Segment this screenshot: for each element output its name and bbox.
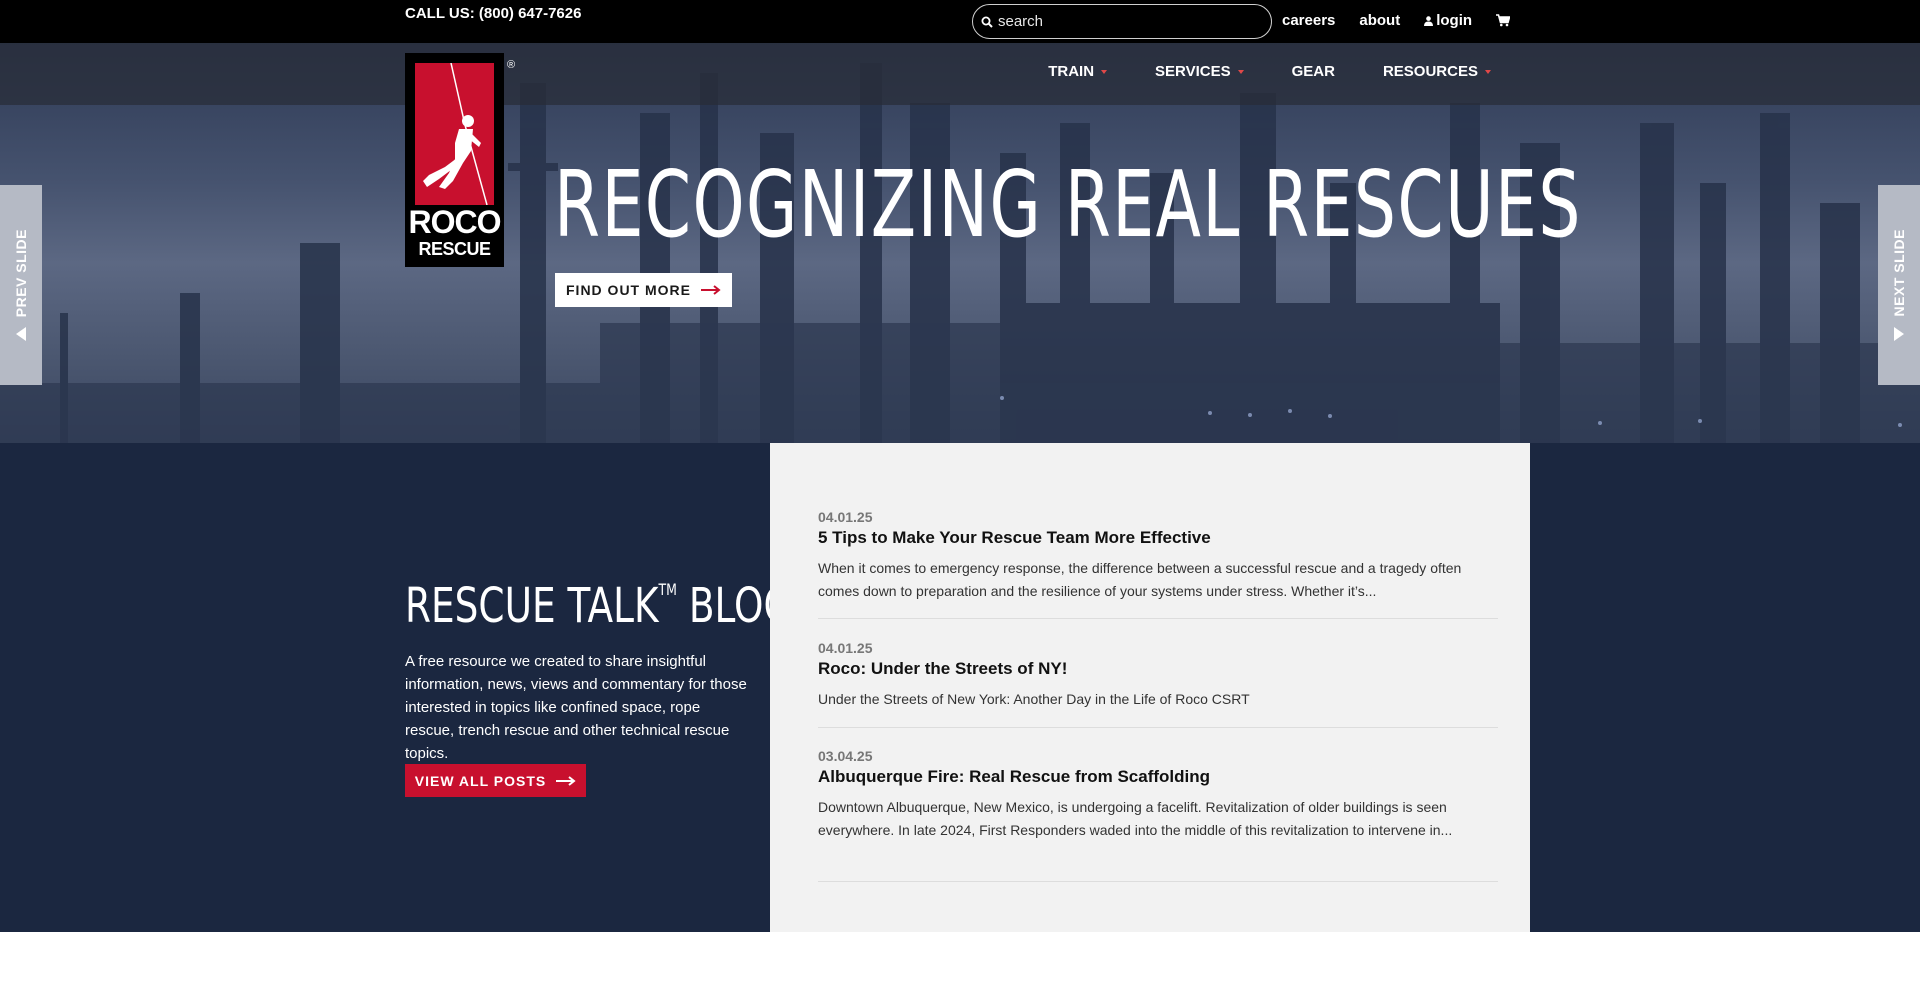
registered-mark: ®	[507, 59, 516, 71]
nav-item-resources[interactable]: RESOURCES	[1383, 63, 1491, 80]
post-date: 04.01.25	[818, 509, 873, 525]
prev-slide-button[interactable]: PREV SLIDE	[0, 185, 42, 385]
logo-text-roco: ROCO	[408, 204, 502, 240]
triangle-left-icon	[16, 327, 26, 342]
nav-item-train[interactable]: TRAIN	[1048, 63, 1108, 80]
main-nav: TRAIN SERVICES GEAR RESOURCES	[1048, 63, 1491, 80]
rappeller-icon	[423, 62, 488, 206]
arrow-right-icon	[701, 285, 721, 295]
post-excerpt: Under the Streets of New York: Another D…	[818, 691, 1250, 707]
blog-post[interactable]: 04.01.25 5 Tips to Make Your Rescue Team…	[818, 509, 1498, 619]
cart-icon[interactable]	[1496, 14, 1511, 27]
caret-down-icon	[1485, 69, 1491, 74]
post-excerpt: Downtown Albuquerque, New Mexico, is und…	[818, 799, 1453, 838]
call-us-text[interactable]: CALL US: (800) 647-7626	[405, 5, 581, 22]
next-slide-button[interactable]: NEXT SLIDE	[1878, 185, 1920, 385]
caret-down-icon	[1237, 69, 1244, 74]
nav-item-label: SERVICES	[1155, 63, 1231, 80]
caret-down-icon	[1101, 69, 1108, 74]
blog-heading-title: RESCUE TALK	[405, 578, 659, 634]
blog-description: A free resource we created to share insi…	[405, 653, 747, 762]
search-input[interactable]	[998, 13, 1248, 30]
search-box[interactable]	[972, 4, 1272, 39]
user-icon	[1424, 15, 1434, 26]
post-excerpt: When it comes to emergency response, the…	[818, 560, 1462, 599]
arrow-right-icon	[556, 775, 576, 786]
blog-heading: RESCUE TALKTM BLOG	[405, 578, 793, 634]
login-link[interactable]: login	[1424, 12, 1472, 29]
main-nav-bar: TRAIN SERVICES GEAR RESOURCES	[0, 43, 1920, 105]
top-links: careers about login	[1282, 12, 1511, 29]
triangle-right-icon	[1894, 326, 1904, 341]
nav-item-label: RESOURCES	[1382, 63, 1478, 80]
post-title[interactable]: 5 Tips to Make Your Rescue Team More Eff…	[818, 528, 1498, 548]
find-out-more-button[interactable]: FIND OUT MORE	[555, 273, 732, 307]
trademark-mark: TM	[658, 580, 677, 599]
logo-red-panel	[415, 62, 494, 206]
hero-slider: TRAIN SERVICES GEAR RESOURCES ROCO RESCU…	[0, 43, 1920, 443]
about-link[interactable]: about	[1359, 12, 1400, 29]
nav-item-gear[interactable]: GEAR	[1292, 63, 1335, 80]
blog-section: RESCUE TALKTM BLOG A free resource we cr…	[0, 443, 1920, 932]
hero-title: RECOGNIZING REAL RESCUES	[554, 151, 1582, 258]
post-date: 03.04.25	[818, 748, 873, 764]
nav-item-label: TRAIN	[1048, 63, 1095, 80]
blog-post[interactable]: 03.04.25 Albuquerque Fire: Real Rescue f…	[818, 748, 1498, 882]
top-bar: CALL US: (800) 647-7626 careers about lo…	[0, 0, 1920, 43]
roco-rescue-logo[interactable]: ROCO RESCUE	[405, 53, 504, 267]
blog-post[interactable]: 04.01.25 Roco: Under the Streets of NY! …	[818, 640, 1498, 728]
login-label: login	[1436, 12, 1473, 29]
nav-item-label: GEAR	[1291, 63, 1335, 80]
logo-text-rescue: RESCUE	[418, 239, 491, 259]
search-icon	[981, 16, 993, 28]
prev-slide-label: PREV SLIDE	[13, 228, 29, 318]
find-out-more-label: FIND OUT MORE	[566, 282, 691, 298]
view-all-posts-label: VIEW ALL POSTS	[414, 772, 547, 789]
post-title[interactable]: Albuquerque Fire: Real Rescue from Scaff…	[818, 767, 1498, 787]
post-title[interactable]: Roco: Under the Streets of NY!	[818, 659, 1498, 679]
blog-posts-panel: 04.01.25 5 Tips to Make Your Rescue Team…	[770, 443, 1530, 932]
post-date: 04.01.25	[818, 640, 873, 656]
next-slide-label: NEXT SLIDE	[1891, 229, 1907, 317]
nav-item-services[interactable]: SERVICES	[1155, 63, 1244, 80]
view-all-posts-button[interactable]: VIEW ALL POSTS	[405, 764, 586, 797]
careers-link[interactable]: careers	[1282, 12, 1335, 29]
